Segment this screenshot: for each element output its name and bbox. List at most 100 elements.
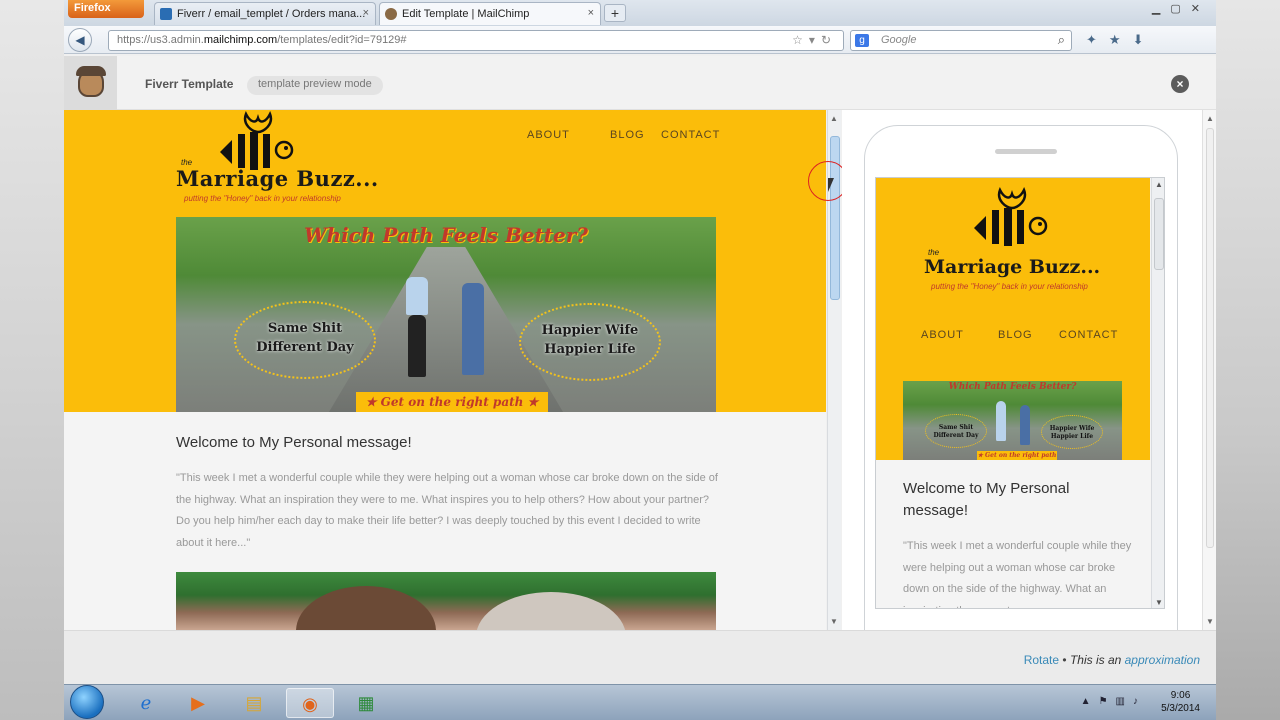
tab-close-icon[interactable]: × (588, 7, 594, 19)
mobile-hero-kid-girl (1020, 405, 1030, 445)
browser-titlebar: Firefox Fiverr / email_templet / Orders … (64, 0, 1216, 26)
firefox-taskbar-icon[interactable]: ◉ (286, 688, 334, 718)
hero-oval-right: Happier Wife Happier Life (519, 303, 661, 381)
dropdown-arrow-icon[interactable]: ▾ (809, 33, 821, 47)
pane-scroll-up-icon[interactable]: ▲ (1206, 114, 1214, 123)
hero-banner: ★ Get on the right path ★ (356, 392, 548, 412)
network-icon[interactable]: ▥ (1116, 696, 1133, 707)
mobile-scroll-down-icon[interactable]: ▼ (1155, 598, 1163, 607)
email-nav-about[interactable]: ABOUT (527, 129, 570, 141)
maximize-icon[interactable]: ▢ (1170, 3, 1190, 15)
editor-header: Fiverr Template template preview mode × (64, 56, 1216, 110)
mobile-hero-banner: ★ Get on the right path ★ (977, 451, 1057, 460)
mobile-screen: the Marriage Buzz... putting the "Honey"… (875, 177, 1165, 609)
hero-image: Which Path Feels Better? Same Shit Diffe… (176, 217, 716, 412)
mobile-logo-title: Marriage Buzz... (924, 256, 1101, 278)
minimize-icon[interactable]: ▁ (1152, 3, 1170, 15)
tab-fiverr[interactable]: Fiverr / email_templet / Orders mana... … (154, 2, 376, 25)
mobile-hero-oval-left: Same Shit Different Day (925, 414, 987, 448)
bookmarks-menu-icon[interactable]: ★ (1109, 32, 1133, 47)
pane-scrollbar-thumb[interactable] (1206, 128, 1214, 548)
mobile-nav-contact[interactable]: CONTACT (1059, 329, 1118, 341)
mailchimp-logo[interactable] (64, 56, 117, 110)
photo-man (476, 592, 626, 630)
file-explorer-icon[interactable]: ▤ (230, 688, 278, 718)
downloads-icon[interactable]: ⬇ (1133, 32, 1156, 47)
approximation-link[interactable]: approximation (1125, 653, 1200, 667)
mobile-hero-image: Which Path Feels Better? Same Shit Diffe… (903, 381, 1122, 460)
mouse-pointer-icon (828, 178, 834, 192)
email-nav-blog[interactable]: BLOG (610, 129, 645, 141)
footer-text: Rotate • This is an approximation (1023, 653, 1200, 667)
mobile-pane-scrollbar[interactable]: ▲ ▼ (1202, 110, 1216, 630)
mobile-scroll-up-icon[interactable]: ▲ (1155, 180, 1163, 189)
email-body-text: "This week I met a wonderful couple whil… (176, 472, 718, 549)
mobile-email-heading: Welcome to My Personal message! (903, 480, 1070, 519)
email-heading: Welcome to My Personal message! (176, 434, 412, 451)
phone-frame: the Marriage Buzz... putting the "Honey"… (864, 125, 1178, 630)
email-header: the Marriage Buzz... putting the "Honey"… (64, 110, 826, 412)
hero-oval-left: Same Shit Different Day (234, 301, 376, 379)
template-name: Fiverr Template (145, 77, 234, 91)
hero-title: Which Path Feels Better? (304, 223, 588, 247)
start-button[interactable] (70, 685, 104, 719)
addon-icon[interactable]: ✦ (1086, 32, 1109, 47)
internet-explorer-icon[interactable]: ℯ (122, 688, 170, 718)
email-logo: the Marriage Buzz... putting the "Honey"… (176, 110, 379, 210)
mobile-hero-kid-boy (996, 401, 1006, 441)
browser-window: Firefox Fiverr / email_templet / Orders … (64, 0, 1216, 684)
back-arrow-icon: ◀ (75, 33, 85, 47)
navigation-bar: ◀ https://us3.admin.mailchimp.com/templa… (64, 26, 1216, 54)
mobile-logo-tagline: putting the "Honey" back in your relatio… (931, 282, 1088, 291)
google-search-engine-icon[interactable]: g (855, 34, 869, 47)
search-icon[interactable]: ⌕ (1058, 32, 1065, 48)
system-clock[interactable]: 9:06 5/3/2014 (1161, 689, 1200, 715)
mobile-email-body-text: "This week I met a wonderful couple whil… (903, 540, 1132, 608)
rotate-link[interactable]: Rotate (1024, 653, 1059, 667)
tab-mailchimp[interactable]: Edit Template | MailChimp × (379, 2, 601, 25)
hero-kid-boy-legs (408, 315, 426, 377)
media-player-icon[interactable]: ▶ (174, 688, 222, 718)
preview-mode-badge: template preview mode (247, 76, 383, 95)
bookmark-star-icon[interactable]: ☆ (792, 33, 809, 47)
mobile-preview-area: the Marriage Buzz... putting the "Honey"… (842, 110, 1202, 630)
back-button[interactable]: ◀ (68, 28, 92, 52)
flag-icon[interactable]: ⚑ (1099, 696, 1116, 707)
volume-icon[interactable]: ♪ (1133, 696, 1146, 707)
window-controls[interactable]: ▁▢✕ (1152, 2, 1210, 15)
desktop-background-left (0, 0, 64, 720)
mobile-hero-title: Which Path Feels Better? (948, 382, 1077, 392)
search-bar[interactable]: g Google ⌕ (850, 30, 1072, 51)
close-preview-button[interactable]: × (1171, 75, 1189, 93)
hero-kid-boy (406, 277, 428, 315)
desktop-preview: the Marriage Buzz... putting the "Honey"… (64, 110, 826, 630)
logo-title: Marriage Buzz... (176, 166, 379, 191)
mobile-email-header: the Marriage Buzz... putting the "Honey"… (876, 178, 1150, 460)
system-tray: ▲⚑▥♪ (1081, 696, 1146, 707)
new-tab-button[interactable]: + (604, 4, 626, 22)
logo-tagline: putting the "Honey" back in your relatio… (184, 194, 341, 203)
mobile-nav-blog[interactable]: BLOG (998, 329, 1033, 341)
scroll-up-icon[interactable]: ▲ (830, 114, 838, 123)
tab-close-icon[interactable]: × (363, 7, 369, 19)
hero-kid-girl (462, 283, 484, 375)
app-taskbar-icon[interactable]: ▦ (342, 688, 390, 718)
close-window-icon[interactable]: ✕ (1191, 3, 1210, 15)
mobile-hero-oval-right: Happier Wife Happier Life (1041, 415, 1103, 449)
preview-footer: Rotate • This is an approximation (64, 630, 1216, 684)
email-nav-contact[interactable]: CONTACT (661, 129, 720, 141)
fiverr-favicon-icon (160, 8, 172, 20)
tray-arrow-icon[interactable]: ▲ (1081, 696, 1099, 707)
mobile-nav-about[interactable]: ABOUT (921, 329, 964, 341)
freddie-hat-icon (76, 66, 106, 76)
pane-scroll-down-icon[interactable]: ▼ (1206, 617, 1214, 626)
firefox-menu-button[interactable]: Firefox (68, 0, 144, 18)
bee-logo-icon (220, 110, 294, 170)
mobile-preview-scrollbar[interactable]: ▲ ▼ (1151, 178, 1164, 608)
toolbar-icons: ✦★⬇ (1086, 32, 1155, 48)
mobile-scrollbar-thumb[interactable] (1154, 198, 1164, 270)
reload-icon[interactable]: ↻ (821, 33, 837, 47)
phone-speaker (995, 149, 1057, 154)
scroll-down-icon[interactable]: ▼ (830, 617, 838, 626)
url-bar[interactable]: https://us3.admin.mailchimp.com/template… (108, 30, 844, 51)
